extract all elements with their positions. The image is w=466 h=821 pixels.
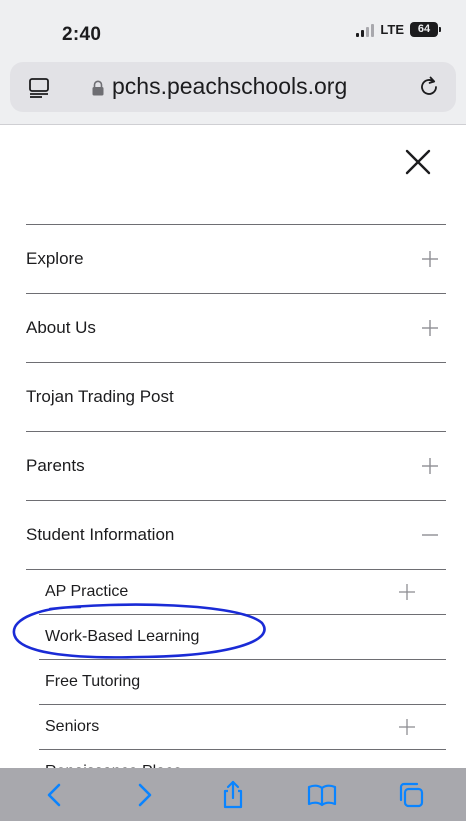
status-indicators: LTE 64 [356,22,441,37]
battery-level: 64 [417,23,431,35]
browser-chrome: 2:40 LTE 64 pchs.peachschools.org [0,0,466,125]
minus-icon[interactable] [420,525,440,545]
address-bar[interactable]: pchs.peachschools.org [10,62,456,112]
back-icon[interactable] [39,779,71,811]
status-time: 2:40 [62,24,102,45]
menu-item-label: Parents [26,456,85,475]
plus-icon[interactable] [398,583,416,601]
close-icon [405,149,431,175]
submenu-item-label: Free Tutoring [45,673,141,690]
lock-icon [92,80,104,96]
bookmarks-icon[interactable] [306,779,338,811]
reload-icon[interactable] [416,74,442,100]
menu-item-about-us[interactable]: About Us [26,294,446,362]
menu-item-explore[interactable]: Explore [26,225,446,293]
submenu-item-label: AP Practice [45,583,129,600]
battery-icon: 64 [410,22,441,37]
forward-icon[interactable] [128,779,160,811]
plus-icon[interactable] [420,456,440,476]
plus-icon[interactable] [420,249,440,269]
network-type: LTE [380,22,404,37]
page-menu-icon[interactable] [28,76,50,98]
submenu-item-label: Seniors [45,718,100,735]
plus-icon[interactable] [398,718,416,736]
plus-icon[interactable] [420,318,440,338]
menu-item-parents[interactable]: Parents [26,432,446,500]
menu-item-label: Trojan Trading Post [26,387,174,406]
share-icon[interactable] [217,779,249,811]
menu-item-student-information[interactable]: Student Information [26,501,446,569]
submenu-item-label: Work-Based Learning [45,628,200,645]
submenu-item-free-tutoring[interactable]: Free Tutoring [26,660,446,704]
signal-icon [356,23,375,37]
menu-item-label: About Us [26,318,96,337]
navigation-menu: Explore About Us Trojan Trading Post Par… [26,224,446,794]
url-text[interactable]: pchs.peachschools.org [112,73,347,100]
menu-item-label: Explore [26,249,84,268]
submenu-item-ap-practice[interactable]: AP Practice [26,570,446,614]
close-menu-button[interactable] [398,142,438,182]
browser-toolbar [0,768,466,821]
menu-item-label: Student Information [26,525,175,544]
submenu-item-seniors[interactable]: Seniors [26,705,446,749]
submenu-item-work-based-learning[interactable]: Work-Based Learning [26,615,446,659]
tabs-overview-icon[interactable] [395,779,427,811]
submenu-student-information: AP Practice Work-Based Learning Free Tut… [26,570,446,794]
menu-item-trojan-trading-post[interactable]: Trojan Trading Post [26,363,446,431]
